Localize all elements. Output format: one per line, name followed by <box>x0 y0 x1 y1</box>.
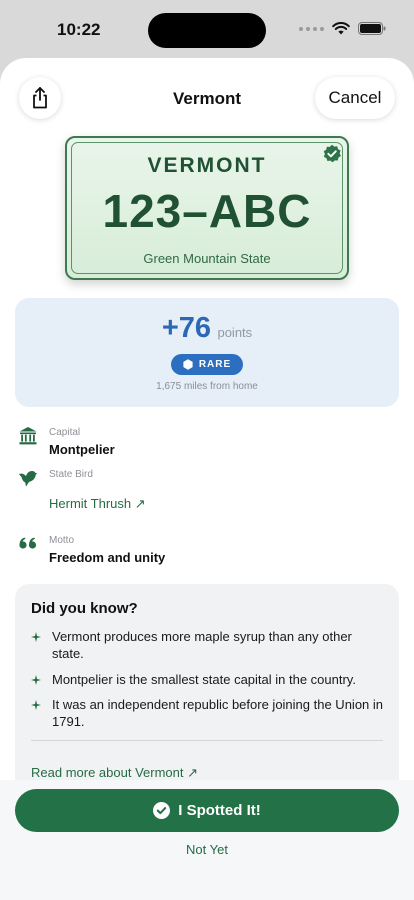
spotted-it-label: I Spotted It! <box>178 802 261 819</box>
fact-list-item: Vermont produces more maple syrup than a… <box>31 628 383 664</box>
fact-list-item: Montpelier is the smallest state capital… <box>31 671 383 691</box>
wifi-icon <box>332 22 350 35</box>
quote-icon <box>19 537 37 549</box>
fact-value: Montpelier <box>49 442 115 457</box>
plate-slogan: Green Mountain State <box>143 251 271 266</box>
status-bar: 10:22 <box>0 0 414 60</box>
read-more-link[interactable]: Read more about Vermont ↗ <box>31 765 198 781</box>
hexagon-icon <box>183 359 193 370</box>
fact-value: Freedom and unity <box>49 550 166 565</box>
divider <box>31 740 383 741</box>
bottom-action-bar: I Spotted It! Not Yet <box>0 780 414 900</box>
did-you-know-title: Did you know? <box>31 600 138 617</box>
check-circle-icon <box>153 802 171 819</box>
fact-motto: Motto Freedom and unity <box>0 532 414 568</box>
fact-text: It was an independent republic before jo… <box>52 697 384 729</box>
bird-icon <box>19 471 38 487</box>
state-bird-link[interactable]: Hermit Thrush ↗ <box>49 496 146 512</box>
spotted-it-button[interactable]: I Spotted It! <box>15 789 399 832</box>
capitol-building-icon <box>19 427 37 445</box>
dynamic-island <box>148 13 266 48</box>
points-label: points <box>217 325 253 340</box>
battery-icon <box>358 22 386 35</box>
plate-number: 123–ABC <box>102 185 312 237</box>
sheet-nav-bar: Vermont Cancel <box>0 58 414 138</box>
points-card: +76 points RARE 1,675 miles from home <box>15 298 399 407</box>
fact-label: Motto <box>49 535 75 546</box>
fact-list-item: It was an independent republic before jo… <box>31 696 383 732</box>
cancel-button[interactable]: Cancel <box>315 77 395 119</box>
fact-state-bird: State Bird Hermit Thrush ↗ <box>0 466 414 516</box>
fact-text: Montpelier is the smallest state capital… <box>52 672 356 687</box>
detail-sheet: Vermont Cancel VERMONT 123–ABC Green Mou… <box>0 58 414 900</box>
points-row: +76 points <box>15 312 399 345</box>
sparkle-icon <box>31 675 41 685</box>
rarity-label: RARE <box>198 359 232 370</box>
sparkle-icon <box>31 632 41 642</box>
points-value: +76 <box>161 312 212 344</box>
status-icons <box>299 22 386 35</box>
cellular-signal-icon <box>299 26 324 31</box>
distance-from-home: 1,675 miles from home <box>156 381 258 392</box>
fact-text: Vermont produces more maple syrup than a… <box>52 629 352 661</box>
fact-label: Capital <box>49 427 81 438</box>
status-time: 10:22 <box>57 20 101 39</box>
not-yet-button[interactable]: Not Yet <box>0 842 414 857</box>
plate-state-name: VERMONT <box>147 154 267 177</box>
license-plate: VERMONT 123–ABC Green Mountain State <box>65 136 349 280</box>
fact-capital: Capital Montpelier <box>0 424 414 460</box>
fact-label: State Bird <box>49 469 93 480</box>
sparkle-icon <box>31 700 41 710</box>
rarity-badge: RARE <box>171 354 243 375</box>
